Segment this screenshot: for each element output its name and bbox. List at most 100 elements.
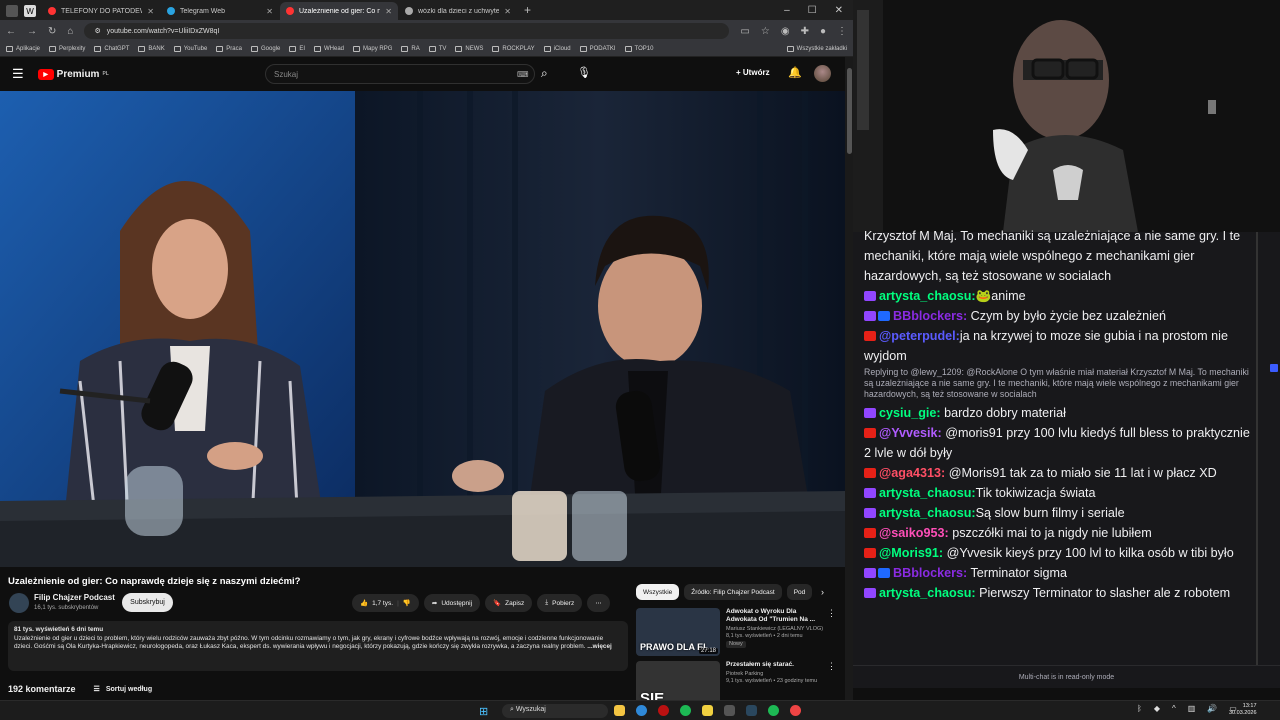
download-button[interactable]: ⤓ Pobierz <box>537 594 583 612</box>
chevron-right-icon[interactable]: › <box>821 587 824 597</box>
bookmark-star-icon[interactable]: ☆ <box>761 26 770 37</box>
recommendation-title[interactable]: Adwokat o Wyroku Dla Adwokata Od "Trumie… <box>726 608 822 624</box>
home-icon[interactable]: ⌂ <box>67 26 73 37</box>
menu-icon[interactable]: ☰ <box>12 66 24 82</box>
page-scrollbar-thumb[interactable] <box>847 68 852 154</box>
url-field[interactable]: ⚙ youtube.com/watch?v=UliiIDxZW8qI <box>84 23 730 39</box>
bookmark-item[interactable]: RA <box>401 46 420 52</box>
search-icon[interactable]: ⌕ <box>541 66 548 81</box>
profile-icon[interactable]: ● <box>820 26 826 37</box>
new-tab-button[interactable]: + <box>518 3 537 20</box>
description-box[interactable]: 81 tys. wyświetleń 6 dni temu Uzależnien… <box>8 621 628 671</box>
video-player[interactable] <box>0 91 845 567</box>
description-more-link[interactable]: ...więcej <box>587 643 612 650</box>
bookmark-item[interactable]: PODATKI <box>579 46 616 52</box>
bookmark-item[interactable]: TOP10 <box>624 46 653 52</box>
all-bookmarks-button[interactable]: Wszystkie zakładki <box>786 46 847 52</box>
search-input[interactable]: Szukaj <box>265 64 535 84</box>
chat-username[interactable]: BBblockers: <box>893 309 967 323</box>
save-button[interactable]: 🔖 Zapisz <box>485 594 533 612</box>
more-actions-button[interactable]: ⋯ <box>587 594 610 612</box>
chrome-icon[interactable] <box>680 705 691 716</box>
bookmark-item[interactable]: TV <box>428 46 446 52</box>
clock[interactable]: 13:17 30.03.2026 <box>1229 703 1257 717</box>
bookmark-item[interactable]: BANK <box>138 46 165 52</box>
video-thumbnail[interactable]: PRAWO DLA EL 27:18 <box>636 608 720 656</box>
extension-icon[interactable]: ◉ <box>781 26 790 37</box>
minimize-icon[interactable]: – <box>784 5 790 16</box>
chat-username[interactable]: artysta_chaosu: <box>879 506 976 520</box>
filter-chip[interactable]: Pod <box>786 584 813 600</box>
site-info-icon[interactable]: ⚙ <box>94 27 100 35</box>
forward-icon[interactable]: → <box>27 26 37 37</box>
share-button[interactable]: ➦ Udostępnij <box>423 594 481 612</box>
bluetooth-icon[interactable]: ᛒ <box>1137 704 1142 713</box>
bookmark-item[interactable]: EI <box>289 46 305 52</box>
bookmark-item[interactable]: Mapy RPG <box>353 46 392 52</box>
network-icon[interactable]: ▥ <box>1188 704 1196 713</box>
tab-close-icon[interactable]: ✕ <box>147 7 154 16</box>
notes-icon[interactable] <box>702 705 713 716</box>
tray-app-icon[interactable]: ◆ <box>1154 704 1160 713</box>
volume-icon[interactable]: 🔊 <box>1207 704 1217 713</box>
create-button[interactable]: + Utwórz <box>736 68 770 77</box>
avatar[interactable] <box>814 65 831 82</box>
thumbs-down-icon[interactable]: 👎 <box>403 599 411 607</box>
more-dots-icon[interactable]: ⋮ <box>827 661 836 672</box>
bookmark-item[interactable]: iCloud <box>543 46 571 52</box>
bookmark-item[interactable]: Perplexity <box>49 46 85 52</box>
edge-icon[interactable] <box>636 705 647 716</box>
filter-chip[interactable]: Źródło: Filip Chajzer Podcast <box>684 584 782 600</box>
reload-icon[interactable]: ↻ <box>48 26 56 37</box>
chat-username[interactable]: BBblockers: <box>893 566 967 580</box>
back-icon[interactable]: ← <box>6 26 16 37</box>
bookmark-item[interactable]: Aplikacje <box>6 46 40 52</box>
notifications-icon[interactable]: 🔔 <box>788 66 802 79</box>
windows-start-icon[interactable]: ⊞ <box>479 705 488 718</box>
recommendation-channel[interactable]: Mariusz Stankiewicz (LEGALNY VLOG) <box>726 626 836 633</box>
sort-button[interactable]: ☰ Sortuj według <box>94 685 153 694</box>
microphone-icon[interactable]: 🎙 <box>577 66 591 79</box>
chat-username[interactable]: artysta_chaosu: <box>879 586 976 600</box>
tab-close-icon[interactable]: ✕ <box>385 7 392 16</box>
close-icon[interactable]: ✕ <box>835 5 843 16</box>
filter-chip[interactable]: Wszystkie <box>636 584 680 600</box>
recommendation-channel[interactable]: Piotrek Parking <box>726 671 836 678</box>
like-button[interactable]: 👍 1,7 tys. | 👎 <box>352 594 419 612</box>
steam-icon[interactable] <box>746 705 757 716</box>
chat-username[interactable]: @Yvvesik: <box>879 426 942 440</box>
keyboard-icon[interactable]: ⌨ <box>517 70 529 79</box>
bookmark-item[interactable]: ROCKPLAY <box>492 46 535 52</box>
tab-close-icon[interactable]: ✕ <box>504 7 511 16</box>
app-menu-icon[interactable] <box>6 5 18 17</box>
file-explorer-icon[interactable] <box>614 705 625 716</box>
chevron-up-icon[interactable]: ^ <box>1172 704 1176 713</box>
browser-tab[interactable]: Telegram Web ✕ <box>161 2 279 20</box>
channel-avatar[interactable] <box>9 593 29 613</box>
browser-tab[interactable]: Uzależnienie od gier: Co napra ✕ <box>280 2 398 20</box>
subscribe-button[interactable]: Subskrybuj <box>122 593 173 612</box>
spotify-icon[interactable] <box>768 705 779 716</box>
bookmark-item[interactable]: NEWS <box>455 46 483 52</box>
more-dots-icon[interactable]: ⋮ <box>827 608 836 619</box>
chat-scrollbar[interactable] <box>1256 232 1258 688</box>
chat-username[interactable]: artysta_chaosu: <box>879 486 976 500</box>
bookmark-item[interactable]: Google <box>250 46 280 52</box>
chat-username[interactable]: @saiko953: <box>879 526 949 540</box>
bookmark-item[interactable]: Praca <box>216 46 242 52</box>
workspace-icon[interactable]: W <box>24 5 36 17</box>
tab-close-icon[interactable]: ✕ <box>266 7 273 16</box>
youtube-logo[interactable]: ▶ Premium PL <box>37 68 109 80</box>
chat-username[interactable]: @peterpudel: <box>879 329 960 343</box>
browser-tab[interactable]: TELEFONY DO PATODEWELOPE ✕ <box>42 2 160 20</box>
chat-username[interactable]: cysiu_gie: <box>879 406 941 420</box>
bookmark-item[interactable]: ChatGPT <box>94 46 129 52</box>
chat-username[interactable]: @Moris91: <box>879 546 943 560</box>
bookmark-item[interactable]: YouTube <box>173 46 207 52</box>
side-toggle-icon[interactable] <box>1270 364 1278 372</box>
recommendation-item[interactable]: PRAWO DLA EL 27:18 Adwokat o Wyroku Dla Ad… <box>636 608 836 656</box>
maximize-icon[interactable]: ☐ <box>808 5 817 16</box>
browser-tab[interactable]: wózki dla dzieci z uchwytem ro ✕ <box>399 2 517 20</box>
menu-dots-icon[interactable]: ⋮ <box>837 26 847 37</box>
opera-icon[interactable] <box>658 705 669 716</box>
